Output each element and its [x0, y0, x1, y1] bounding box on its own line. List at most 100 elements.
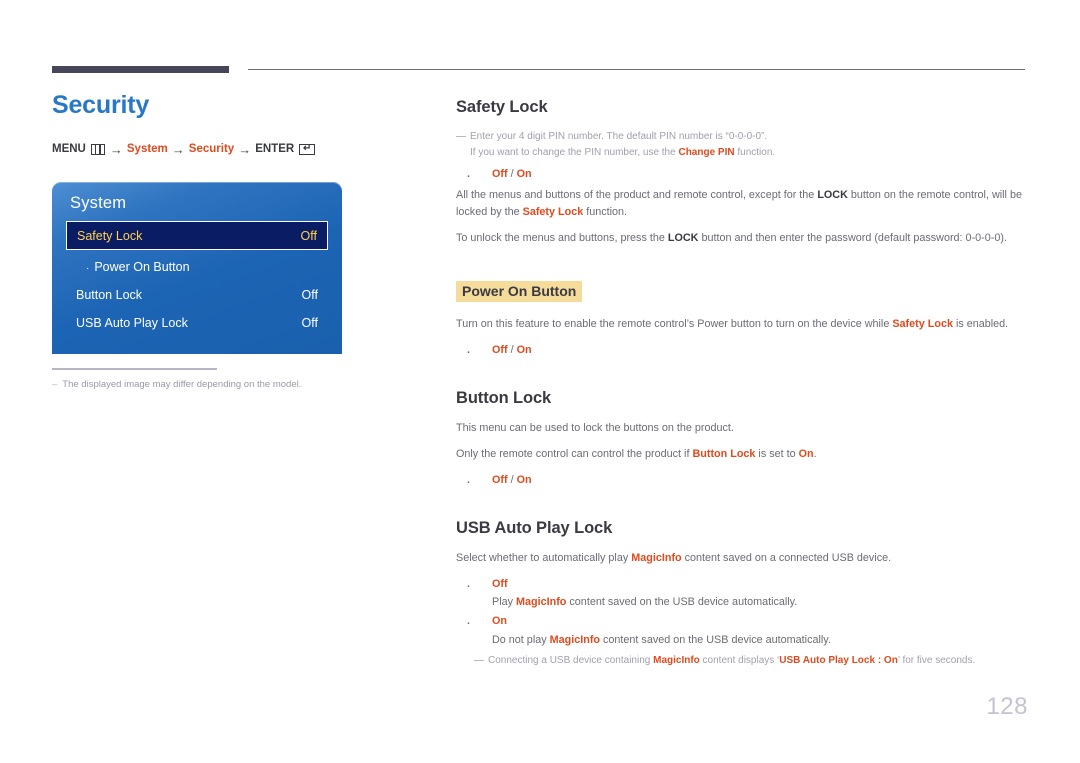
- enter-key-icon: ↵: [299, 143, 316, 155]
- breadcrumb-step-security[interactable]: Security: [189, 143, 234, 155]
- safety-lock-note: — Enter your 4 digit PIN number. The def…: [456, 129, 1026, 160]
- osd-row-value: Off: [301, 288, 318, 302]
- osd-row-label: Safety Lock: [77, 228, 143, 243]
- osd-row-button-lock[interactable]: Button Lock Off: [66, 281, 328, 309]
- breadcrumb-enter-label: ENTER: [255, 143, 295, 155]
- n-a: Connecting a USB device containing: [488, 655, 654, 666]
- magicinfo-accent: MagicInfo: [631, 552, 682, 565]
- d1-b: content saved on the USB device automati…: [566, 596, 798, 609]
- osd-row-label: Button Lock: [76, 288, 143, 302]
- p1-c: function.: [583, 206, 628, 218]
- breadcrumb-arrow-3: →: [238, 141, 252, 157]
- option-on: On: [516, 344, 532, 357]
- page-title: Security: [52, 91, 150, 119]
- usb-auto-play-lock-note: — Connecting a USB device containing Mag…: [474, 653, 1026, 669]
- footnote-divider: [52, 368, 217, 370]
- osd-row-value: Off: [301, 316, 318, 330]
- safety-lock-paragraph-2: To unlock the menus and buttons, press t…: [456, 230, 1026, 247]
- option-off: Off: [492, 577, 508, 590]
- section-heading-usb-auto-play-lock: USB Auto Play Lock: [456, 519, 613, 538]
- power-on-button-paragraph: Turn on this feature to enable the remot…: [456, 316, 1026, 333]
- bl-a: Only the remote control can control the …: [456, 448, 693, 461]
- option-description: Do not play MagicInfo content saved on t…: [492, 632, 1026, 649]
- menu-grid-icon: [90, 143, 105, 155]
- osd-row-label-wrap: · Power On Button: [86, 260, 190, 274]
- section-heading-button-lock: Button Lock: [456, 389, 552, 408]
- option-item[interactable]: Off / On: [466, 470, 1026, 494]
- note-dash: —: [474, 655, 484, 666]
- header-rule-thin: [248, 69, 1025, 70]
- usb-b: content saved on a connected USB device.: [681, 552, 892, 565]
- option-off: Off: [492, 473, 508, 486]
- magicinfo-accent: MagicInfo: [549, 633, 601, 646]
- option-separator: /: [507, 168, 517, 180]
- d1-a: Play: [492, 596, 517, 609]
- safety-lock-accent: Safety Lock: [892, 318, 953, 331]
- footnote-dash: –: [52, 378, 58, 390]
- button-lock-paragraph-1: This menu can be used to lock the button…: [456, 422, 734, 435]
- usb-auto-play-lock-on-accent: USB Auto Play Lock : On: [779, 655, 898, 666]
- power-on-button-options: Off / On: [456, 340, 1026, 364]
- breadcrumb-arrow-2: →: [171, 141, 185, 157]
- header-rule-thick: [52, 66, 229, 73]
- bl-b: is set to: [755, 448, 799, 461]
- button-lock-paragraph-2: Only the remote control can control the …: [456, 446, 1026, 463]
- breadcrumb-step-system[interactable]: System: [127, 143, 168, 155]
- usb-auto-play-lock-intro: Select whether to automatically play Mag…: [456, 550, 1026, 567]
- option-on: On: [516, 168, 532, 180]
- option-on: On: [516, 473, 532, 486]
- safety-lock-options: Off / On: [456, 164, 1026, 188]
- bl-c: .: [813, 448, 817, 461]
- change-pin-accent: Change PIN: [678, 146, 735, 158]
- option-item[interactable]: Off Play MagicInfo content saved on the …: [466, 574, 1026, 612]
- osd-row-label: USB Auto Play Lock: [76, 316, 188, 330]
- option-item[interactable]: On Do not play MagicInfo content saved o…: [466, 611, 1026, 649]
- p2-a: To unlock the menus and buttons, press t…: [456, 231, 668, 244]
- n-c: ’ for five seconds.: [897, 655, 976, 666]
- option-off: Off: [492, 168, 508, 180]
- osd-row-safety-lock[interactable]: Safety Lock Off: [66, 221, 328, 250]
- osd-row-power-on-button[interactable]: · Power On Button: [66, 253, 328, 281]
- magicinfo-accent: MagicInfo: [516, 596, 567, 609]
- section-heading-safety-lock: Safety Lock: [456, 98, 548, 116]
- osd-title: System: [70, 194, 127, 212]
- section-heading-power-on-button: Power On Button: [456, 281, 583, 303]
- option-item[interactable]: Off / On: [466, 164, 1026, 188]
- option-separator: /: [507, 473, 517, 486]
- p2-b: button and then enter the password (defa…: [698, 231, 1007, 244]
- button-lock-options: Off / On: [456, 470, 1026, 494]
- d2-a: Do not play: [492, 633, 550, 646]
- osd-row-value: Off: [300, 228, 317, 243]
- p1-a: All the menus and buttons of the product…: [456, 189, 818, 202]
- note-dash: —: [456, 131, 466, 142]
- usb-a: Select whether to automatically play: [456, 552, 632, 565]
- safety-lock-paragraph-1: All the menus and buttons of the product…: [456, 187, 1026, 220]
- osd-row-usb-auto-play-lock[interactable]: USB Auto Play Lock Off: [66, 309, 328, 337]
- breadcrumb-menu-label: MENU: [52, 143, 86, 155]
- right-column: Safety Lock — Enter your 4 digit PIN num…: [456, 98, 1026, 675]
- osd-panel: System Safety Lock Off · Power On Button …: [52, 182, 342, 354]
- safety-lock-accent: Safety Lock: [522, 206, 584, 218]
- d2-b: content saved on the USB device automati…: [600, 633, 831, 646]
- page-number: 128: [986, 693, 1028, 720]
- on-accent: On: [798, 448, 814, 461]
- option-on: On: [492, 615, 507, 628]
- safety-lock-note-line2-pre: If you want to change the PIN number, us…: [470, 146, 679, 158]
- breadcrumb: MENU → System → Security → ENTER ↵: [52, 142, 397, 157]
- footnote-text: The displayed image may differ depending…: [62, 378, 302, 390]
- left-footnote: – The displayed image may differ dependi…: [52, 368, 352, 391]
- osd-row-label: Power On Button: [94, 260, 190, 274]
- magicinfo-accent: MagicInfo: [653, 655, 700, 666]
- breadcrumb-arrow-1: →: [109, 141, 123, 157]
- button-lock-accent: Button Lock: [692, 448, 756, 461]
- safety-lock-note-line1: Enter your 4 digit PIN number. The defau…: [470, 131, 768, 142]
- option-separator: /: [507, 344, 517, 357]
- bullet-icon: ·: [86, 263, 90, 274]
- option-item[interactable]: Off / On: [466, 340, 1026, 364]
- n-b: content displays ‘: [699, 655, 780, 666]
- option-description: Play MagicInfo content saved on the USB …: [492, 594, 1026, 611]
- pob-a: Turn on this feature to enable the remot…: [456, 318, 893, 331]
- usb-auto-play-lock-options: Off Play MagicInfo content saved on the …: [456, 574, 1026, 649]
- safety-lock-note-line2-post: function.: [734, 146, 776, 158]
- left-column: Security MENU → System → Security → ENTE…: [52, 91, 397, 171]
